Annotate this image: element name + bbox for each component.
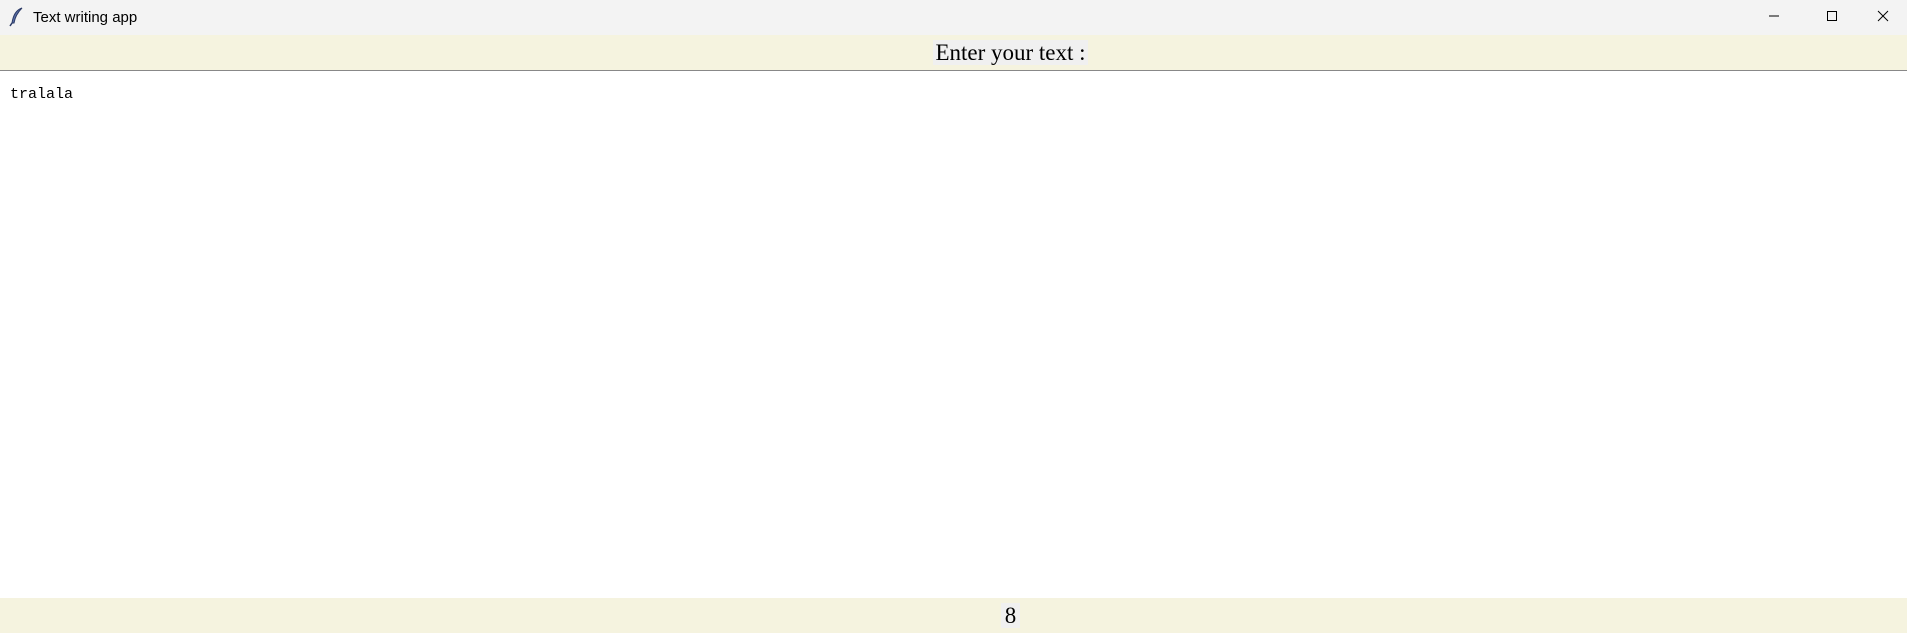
maximize-button[interactable] [1803, 0, 1861, 35]
prompt-label-container: Enter your text : [0, 35, 1907, 71]
minimize-button[interactable] [1745, 0, 1803, 35]
char-count-container: 8 [0, 598, 1907, 633]
title-bar[interactable]: Text writing app [0, 0, 1907, 35]
prompt-label: Enter your text : [933, 40, 1088, 65]
app-window: Text writing app Enter your text : 8 [0, 0, 1907, 633]
minimize-icon [1768, 9, 1780, 26]
maximize-icon [1826, 9, 1838, 26]
window-title: Text writing app [33, 9, 138, 26]
feather-icon [8, 7, 26, 27]
status-bar: 8 [0, 598, 1907, 633]
header-bar: Enter your text : [0, 35, 1907, 71]
close-icon [1877, 9, 1889, 26]
text-editor[interactable] [0, 72, 1907, 598]
char-count-label: 8 [1000, 603, 1021, 628]
close-button[interactable] [1859, 0, 1907, 35]
